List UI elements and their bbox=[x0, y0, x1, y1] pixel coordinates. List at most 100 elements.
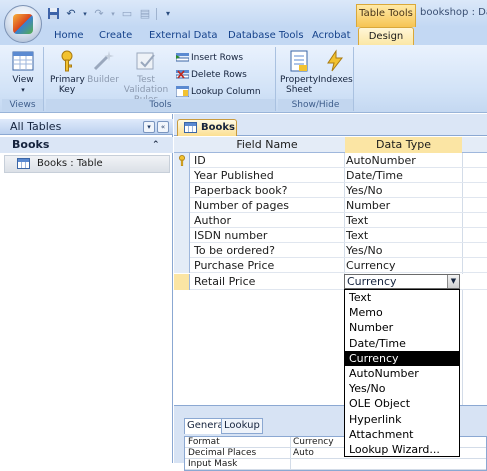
lookup-column-button[interactable]: Lookup Column bbox=[176, 84, 261, 100]
nav-item-label: Books : Table bbox=[37, 158, 103, 169]
tab-design[interactable]: Design bbox=[358, 27, 414, 45]
data-type-combo[interactable]: Currency ▼ bbox=[344, 274, 460, 289]
field-name-cell[interactable]: Retail Price bbox=[194, 274, 255, 289]
row-selector[interactable] bbox=[174, 243, 190, 258]
row-selector[interactable] bbox=[174, 228, 190, 243]
row-selector[interactable] bbox=[174, 153, 190, 168]
table-row[interactable]: Paperback book? Yes/No bbox=[174, 183, 487, 198]
dropdown-option-number[interactable]: Number bbox=[345, 320, 459, 335]
table-row[interactable]: To be ordered? Yes/No bbox=[174, 243, 487, 258]
row-selector[interactable] bbox=[174, 168, 190, 183]
customize-toolbar-icon[interactable]: ▾ bbox=[161, 7, 175, 21]
table-icon bbox=[17, 158, 30, 169]
property-divider bbox=[290, 437, 291, 448]
table-row[interactable]: Year Published Date/Time bbox=[174, 168, 487, 183]
tools-group: Primary Key Builder Test Validation Rule… bbox=[46, 47, 276, 111]
test-validation-rules-button[interactable]: Test Validation Rules bbox=[120, 49, 172, 105]
property-sheet-label: Property Sheet bbox=[280, 75, 319, 95]
chevron-down-icon[interactable]: ▼ bbox=[447, 275, 459, 288]
row-selector[interactable] bbox=[174, 258, 190, 273]
nav-group-books[interactable]: Books ⌃ bbox=[0, 137, 173, 153]
field-name-cell[interactable]: ISDN number bbox=[194, 228, 267, 243]
tab-acrobat[interactable]: Acrobat bbox=[306, 27, 357, 45]
data-type-cell[interactable]: Number bbox=[346, 198, 390, 213]
field-name-cell[interactable]: To be ordered? bbox=[194, 243, 275, 258]
tab-database-tools[interactable]: Database Tools bbox=[222, 27, 310, 45]
indexes-label: Indexes bbox=[318, 75, 353, 85]
row-selector[interactable] bbox=[174, 198, 190, 213]
property-row[interactable]: Input Mask bbox=[185, 459, 486, 470]
table-row[interactable]: Purchase Price Currency bbox=[174, 258, 487, 273]
field-name-cell[interactable]: ID bbox=[194, 153, 206, 168]
tab-external-data[interactable]: External Data bbox=[143, 27, 224, 45]
insert-rows-icon bbox=[176, 53, 189, 62]
primary-key-button[interactable]: Primary Key bbox=[50, 49, 85, 95]
dropdown-option-yes-no[interactable]: Yes/No bbox=[345, 381, 459, 396]
field-name-cell[interactable]: Number of pages bbox=[194, 198, 289, 213]
field-name-cell[interactable]: Purchase Price bbox=[194, 258, 274, 273]
insert-rows-button[interactable]: Insert Rows bbox=[176, 50, 243, 66]
data-type-header[interactable]: Data Type bbox=[345, 137, 462, 153]
delete-rows-button[interactable]: Delete Rows bbox=[176, 67, 247, 83]
data-type-cell[interactable]: Yes/No bbox=[346, 183, 382, 198]
tab-home[interactable]: Home bbox=[48, 27, 90, 45]
property-value[interactable]: Auto bbox=[293, 448, 314, 459]
data-type-cell[interactable]: Date/Time bbox=[346, 168, 403, 183]
navigation-pane: All Tables ▾ « Books ⌃ Books : Table bbox=[0, 114, 173, 463]
save-icon[interactable] bbox=[46, 7, 60, 21]
dropdown-option-currency[interactable]: Currency bbox=[345, 350, 459, 366]
row-selector-current[interactable] bbox=[174, 274, 190, 290]
nav-item-books-table[interactable]: Books : Table bbox=[4, 155, 170, 173]
table-row-current[interactable]: Retail Price Currency ▼ bbox=[174, 274, 487, 290]
validation-check-icon bbox=[136, 52, 155, 70]
dropdown-arrow-icon[interactable]: ▾ bbox=[110, 7, 116, 21]
property-sheet-button[interactable]: Property Sheet bbox=[280, 49, 318, 95]
field-name-header[interactable]: Field Name bbox=[190, 137, 344, 153]
nav-header-label: All Tables bbox=[10, 120, 62, 133]
dropdown-option-memo[interactable]: Memo bbox=[345, 305, 459, 320]
field-name-cell[interactable]: Author bbox=[194, 213, 231, 228]
dropdown-option-hyperlink[interactable]: Hyperlink bbox=[345, 412, 459, 427]
builder-button[interactable]: Builder bbox=[86, 49, 120, 85]
redo-icon[interactable]: ↷ bbox=[92, 7, 106, 21]
row-selector[interactable] bbox=[174, 213, 190, 228]
table-row[interactable]: ID AutoNumber bbox=[174, 153, 487, 168]
collapse-up-icon[interactable]: ⌃ bbox=[152, 137, 160, 153]
dropdown-option-lookup-wizard[interactable]: Lookup Wizard... bbox=[345, 442, 459, 457]
table-row[interactable]: ISDN number Text bbox=[174, 228, 487, 243]
office-button[interactable] bbox=[4, 5, 42, 43]
print-icon[interactable]: ▤ bbox=[138, 7, 152, 21]
dropdown-option-date-time[interactable]: Date/Time bbox=[345, 336, 459, 351]
view-button[interactable]: View ▾ bbox=[6, 49, 40, 95]
nav-collapse-icon[interactable]: « bbox=[157, 121, 169, 133]
table-row[interactable]: Author Text bbox=[174, 213, 487, 228]
data-type-cell[interactable]: AutoNumber bbox=[346, 153, 416, 168]
nav-menu-dropdown-icon[interactable]: ▾ bbox=[143, 121, 155, 133]
undo-icon[interactable]: ↶ bbox=[64, 7, 78, 21]
indexes-button[interactable]: Indexes bbox=[318, 49, 353, 85]
row-selector[interactable] bbox=[174, 183, 190, 198]
tab-lookup[interactable]: Lookup bbox=[221, 418, 263, 434]
tab-create[interactable]: Create bbox=[93, 27, 138, 45]
dropdown-option-text[interactable]: Text bbox=[345, 290, 459, 305]
data-type-cell[interactable]: Text bbox=[346, 213, 368, 228]
dropdown-option-ole-object[interactable]: OLE Object bbox=[345, 396, 459, 411]
views-group-label: Views bbox=[2, 99, 43, 111]
field-name-cell[interactable]: Paperback book? bbox=[194, 183, 287, 198]
table-row[interactable]: Number of pages Number bbox=[174, 198, 487, 213]
data-type-cell[interactable]: Text bbox=[346, 228, 368, 243]
print-preview-icon[interactable]: ▭ bbox=[120, 7, 134, 21]
insert-rows-label: Insert Rows bbox=[191, 53, 244, 63]
dropdown-option-autonumber[interactable]: AutoNumber bbox=[345, 366, 459, 381]
field-name-cell[interactable]: Year Published bbox=[194, 168, 274, 183]
data-type-cell[interactable]: Currency bbox=[346, 258, 396, 273]
magic-wand-icon bbox=[93, 51, 114, 71]
data-type-cell[interactable]: Yes/No bbox=[346, 243, 382, 258]
nav-header[interactable]: All Tables ▾ « bbox=[0, 119, 173, 135]
property-divider bbox=[290, 448, 291, 459]
document-tab-books[interactable]: Books bbox=[177, 119, 237, 136]
property-divider bbox=[290, 459, 291, 470]
dropdown-option-attachment[interactable]: Attachment bbox=[345, 427, 459, 442]
dropdown-arrow-icon[interactable]: ▾ bbox=[82, 7, 88, 21]
property-value[interactable]: Currency bbox=[293, 437, 334, 448]
